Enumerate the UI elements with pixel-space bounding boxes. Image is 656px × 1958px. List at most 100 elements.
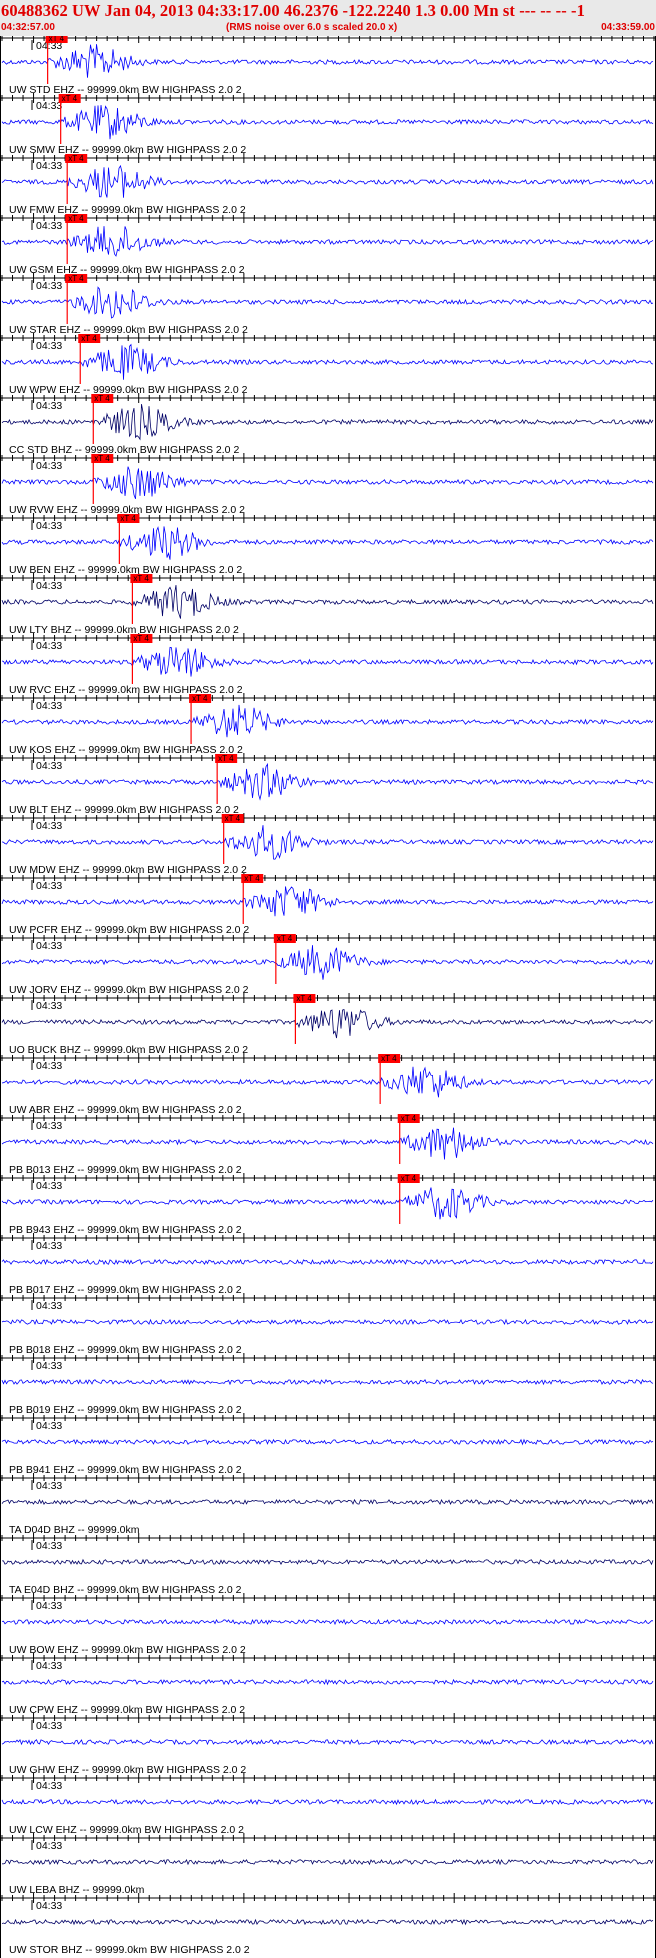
station-label: TA E04D BHZ -- 99999.0km BW HIGHPASS 2.0… bbox=[9, 1584, 242, 1596]
event-title: 60488362 UW Jan 04, 2013 04:33:17.00 46.… bbox=[1, 1, 585, 20]
pick-label: xT 4 bbox=[68, 274, 84, 283]
station-label: UW STOR BHZ -- 99999.0km BW HIGHPASS 2.0… bbox=[9, 1944, 250, 1956]
waveform-trace bbox=[1, 1918, 654, 1926]
pick-label: xT 4 bbox=[244, 874, 260, 883]
channel-row: 04:33 xT 4 UW KOS EHZ -- 99999.0km BW HIGH… bbox=[0, 693, 656, 756]
channel-row: 04:33 UW CPW EHZ -- 99999.0km BW HIGHPASS… bbox=[0, 1653, 656, 1716]
station-label: UW BOW EHZ -- 99999.0km BW HIGHPASS 2.0 … bbox=[9, 1644, 246, 1656]
pick-label: xT 4 bbox=[94, 394, 110, 403]
waveform-trace bbox=[1, 466, 654, 500]
channel-row: 04:33xT 4 UW SMW EHZ -- 99999.0km BW HIGH… bbox=[0, 93, 656, 156]
waveform-trace bbox=[1, 1318, 654, 1326]
waveform-trace bbox=[1, 164, 654, 198]
channel-row: 04:33 xT 4 UW LTY BHZ -- 99999.0km BW HIGH… bbox=[0, 573, 656, 636]
channel-row: 04:33 xT 4 UW BLT EHZ -- 99999.0km BW HIGH… bbox=[0, 753, 656, 816]
station-label: PB B013 EHZ -- 99999.0km BW HIGHPASS 2.0… bbox=[9, 1164, 242, 1176]
pick-label: xT 4 bbox=[225, 814, 241, 823]
minute-label: 04:33 bbox=[36, 160, 62, 172]
waveform-trace bbox=[1, 1498, 654, 1506]
seismogram-panel: 04:33 xT 4 UW STD EHZ -- 99999.0km BW HIGH… bbox=[0, 36, 656, 1958]
minute-label: 04:33 bbox=[36, 220, 62, 232]
minute-label: 04:33 bbox=[36, 1240, 62, 1252]
waveform-trace bbox=[1, 1066, 653, 1098]
station-label: UW GHW EHZ -- 99999.0km BW HIGHPASS 2.0 … bbox=[9, 1764, 246, 1776]
channel-row: 04:33xT 4UW RVW EHZ -- 99999.0km BW HIGH… bbox=[0, 453, 656, 516]
waveform-trace bbox=[1, 1127, 654, 1160]
channel-row: 04:33 TA D04D BHZ -- 99999.0km bbox=[0, 1473, 656, 1536]
station-label: UW JORV EHZ -- 99999.0km BW HIGHPASS 2.0… bbox=[9, 984, 249, 996]
minute-label: 04:33 bbox=[36, 1300, 62, 1312]
waveform-trace bbox=[1, 945, 654, 980]
end-time: 04:33:59.00 bbox=[601, 22, 655, 33]
pick-label: xT 4 bbox=[81, 334, 97, 343]
waveform-trace bbox=[1, 1378, 654, 1386]
station-label: UW FMW EHZ -- 99999.0km BW HIGHPASS 2.0 … bbox=[9, 204, 246, 216]
minute-label: 04:33 bbox=[36, 1000, 62, 1012]
station-label: UW BEN EHZ -- 99999.0km BW HIGHPASS 2.0 … bbox=[9, 564, 242, 576]
pick-label: xT 4 bbox=[401, 1114, 417, 1123]
minute-label: 04:33 bbox=[36, 1480, 62, 1492]
minute-label: 04:33 bbox=[36, 820, 62, 832]
minute-label: 04:33 bbox=[36, 1600, 62, 1612]
minute-label: 04:33 bbox=[36, 640, 62, 652]
waveform-trace bbox=[1, 825, 654, 860]
channel-row: 04:33 PB B018 EHZ -- 99999.0km BW HIGHPAS… bbox=[0, 1293, 656, 1356]
station-label: UW LTY BHZ -- 99999.0km BW HIGHPASS 2.0 … bbox=[9, 624, 239, 636]
waveform-trace bbox=[1, 1187, 654, 1220]
channel-row: 04:33 xT 4 UW FMW EHZ -- 99999.0km BW HIGH… bbox=[0, 153, 656, 216]
pick-label: xT 4 bbox=[120, 514, 136, 523]
pick-label: xT 4 bbox=[277, 934, 293, 943]
minute-label: 04:33 bbox=[36, 1900, 62, 1912]
channel-row: 04:33 PB B941 EHZ -- 99999.0km BW HIGHPAS… bbox=[0, 1413, 656, 1476]
waveform-trace bbox=[1, 286, 654, 319]
station-label: UW GSM EHZ -- 99999.0km BW HIGHPASS 2.0 … bbox=[9, 264, 245, 276]
waveform-trace bbox=[1, 646, 654, 677]
minute-label: 04:33 bbox=[36, 520, 62, 532]
minute-label: 04:33 bbox=[36, 760, 62, 772]
channel-row: 04:33 UW LEBA BHZ -- 99999.0km bbox=[0, 1833, 656, 1896]
minute-label: 04:33 bbox=[36, 460, 62, 472]
pick-label: xT 4 bbox=[68, 154, 84, 163]
channel-row: 04:33 UW LCW EHZ -- 99999.0km BW HIGHPASS… bbox=[0, 1773, 656, 1836]
minute-label: 04:33 bbox=[36, 880, 62, 892]
pick-label: xT 4 bbox=[62, 94, 78, 103]
waveform-trace bbox=[2, 1558, 654, 1566]
minute-label: 04:33 bbox=[36, 1360, 62, 1372]
waveform-trace bbox=[1, 1258, 654, 1266]
minute-label: 04:33 bbox=[36, 1120, 62, 1132]
channel-row: 04:33 xT 4 UW STAR EHZ -- 99999.0km BW HIG… bbox=[0, 273, 656, 336]
pick-label: xT 4 bbox=[296, 994, 312, 1003]
minute-label: 04:33 bbox=[36, 1180, 62, 1192]
minute-label: 04:33 bbox=[36, 1780, 62, 1792]
waveform-trace bbox=[1, 1618, 654, 1626]
channel-row: 04:33 xT 4 UO BUCK BHZ -- 99999.0km BW HIG… bbox=[0, 993, 656, 1056]
waveform-trace bbox=[1, 1678, 654, 1686]
channel-row: 04:33 PB B017 EHZ -- 99999.0km BW HIGHPAS… bbox=[0, 1233, 656, 1296]
station-label: PB B017 EHZ -- 99999.0km BW HIGHPASS 2.0… bbox=[9, 1284, 242, 1296]
channel-row: 04:33 xT 4 UW JORV EHZ -- 99999.0km BW HIG… bbox=[0, 933, 656, 996]
minute-label: 04:33 bbox=[36, 1840, 62, 1852]
channel-row: 04:33 xT 4 UW MDW EHZ -- 99999.0km BW HIGH… bbox=[0, 813, 656, 876]
channel-row: 04:33 xT 4 UW WPW EHZ -- 99999.0km BW HIGH… bbox=[0, 333, 656, 396]
station-label: UW PCFR EHZ -- 99999.0km BW HIGHPASS 2.0… bbox=[9, 924, 249, 936]
minute-label: 04:33 bbox=[36, 1540, 62, 1552]
scale-note: (RMS noise over 6.0 s scaled 20.0 x) bbox=[226, 22, 398, 33]
station-label: UW LEBA BHZ -- 99999.0km bbox=[9, 1884, 145, 1896]
channel-row: 04:33 xT 4 CC STD BHZ -- 99999.0km BW HIGH… bbox=[0, 393, 656, 456]
waveform-trace bbox=[1, 526, 654, 560]
station-label: PB B018 EHZ -- 99999.0km BW HIGHPASS 2.0… bbox=[9, 1344, 242, 1356]
header-bar: 60488362 UW Jan 04, 2013 04:33:17.00 46.… bbox=[0, 0, 656, 36]
waveform-trace bbox=[1, 1738, 654, 1746]
station-label: UW BLT EHZ -- 99999.0km BW HIGHPASS 2.0 … bbox=[9, 804, 239, 816]
station-label: UO BUCK BHZ -- 99999.0km BW HIGHPASS 2.0… bbox=[9, 1044, 248, 1056]
channel-row: 04:33 UW STOR BHZ -- 99999.0km BW HIGHPAS… bbox=[0, 1893, 656, 1956]
station-label: UW STD EHZ -- 99999.0km BW HIGHPASS 2.0 … bbox=[9, 84, 242, 96]
waveform-trace bbox=[1, 1008, 654, 1039]
station-label: UW LCW EHZ -- 99999.0km BW HIGHPASS 2.0 … bbox=[9, 1824, 244, 1836]
channel-row: 04:33 UW BOW EHZ -- 99999.0km BW HIGHPASS… bbox=[0, 1593, 656, 1656]
pick-label: xT 4 bbox=[133, 634, 149, 643]
pick-label: xT 4 bbox=[218, 754, 234, 763]
minute-label: 04:33 bbox=[36, 940, 62, 952]
waveform-trace bbox=[1, 585, 654, 619]
channel-row: 04:33 xT 4 UW PCFR EHZ -- 99999.0km BW HIG… bbox=[0, 873, 656, 936]
